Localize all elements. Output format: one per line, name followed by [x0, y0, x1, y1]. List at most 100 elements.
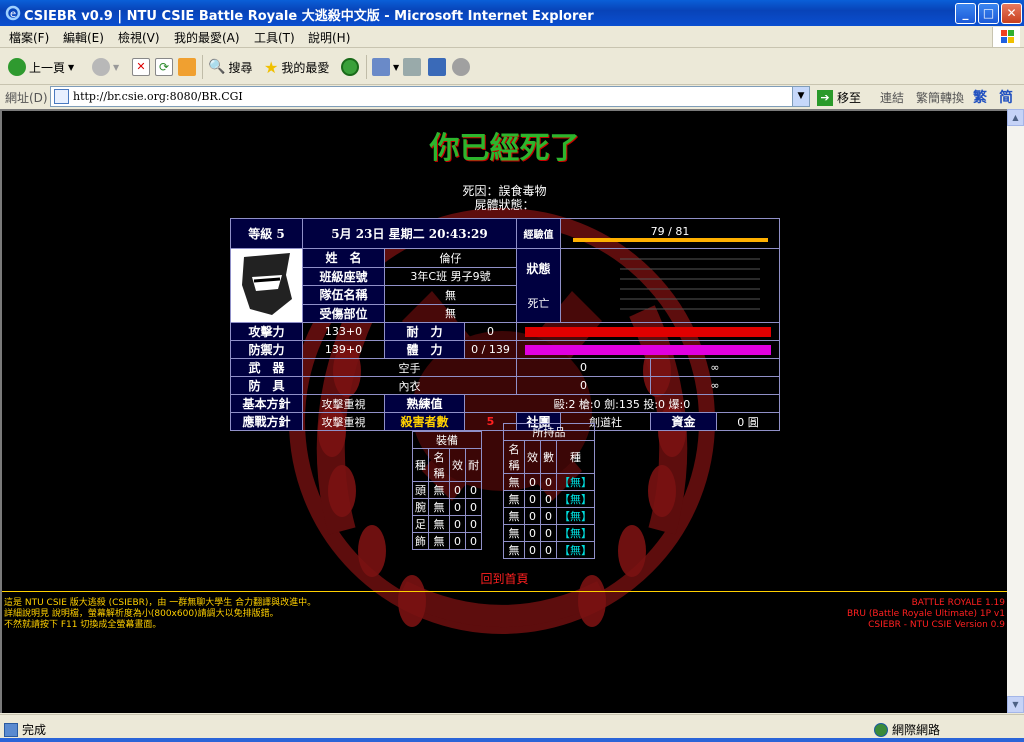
- toolbar-divider: [202, 55, 203, 79]
- favorites-button[interactable]: ★ 我的最愛: [264, 57, 329, 77]
- weapon-value: 空手: [302, 358, 517, 377]
- menu-favorites[interactable]: 我的最愛(A): [174, 29, 240, 46]
- item-count: 0: [540, 524, 557, 542]
- state-graph: [560, 248, 780, 323]
- chevron-down-icon: ▼: [393, 62, 400, 72]
- go-button[interactable]: ➔ 移至: [817, 89, 861, 106]
- status-zone: 網際網路: [874, 721, 940, 738]
- equip-row: 腕無00: [412, 498, 482, 516]
- state-cell: 狀態 死亡: [516, 248, 561, 323]
- back-home-link[interactable]: 回到首頁: [2, 570, 1007, 587]
- mail-icon: [372, 58, 390, 76]
- footer-divider: [2, 591, 1007, 592]
- convert-button[interactable]: 繁簡轉換: [916, 89, 964, 106]
- armor-label: 防 具: [230, 376, 303, 395]
- search-icon: 🔍: [208, 59, 226, 75]
- equip-dur: 0: [465, 515, 482, 533]
- battle-label: 應戰方針: [230, 412, 303, 431]
- links-button[interactable]: 連結: [880, 89, 904, 106]
- home-button[interactable]: [178, 57, 196, 77]
- kills-label: 殺害者數: [384, 412, 465, 431]
- menu-help[interactable]: 說明(H): [308, 29, 350, 46]
- address-dropdown-button[interactable]: ▼: [792, 87, 809, 106]
- scroll-up-button[interactable]: ▲: [1007, 109, 1024, 126]
- edit-button[interactable]: [428, 57, 446, 77]
- print-button[interactable]: [403, 57, 421, 77]
- item-name: 無: [503, 490, 525, 508]
- def-label: 防禦力: [230, 340, 303, 359]
- menu-tools[interactable]: 工具(T): [254, 29, 295, 46]
- equip-row: 飾無00: [412, 532, 482, 550]
- title-bar[interactable]: e CSIEBR v0.9 | NTU CSIE Battle Royale 大…: [0, 0, 1024, 26]
- item-row[interactable]: 無 0 0 【無】: [503, 524, 595, 542]
- death-cause: 死因：誤食毒物: [462, 184, 547, 198]
- edit-page-icon: [428, 58, 446, 76]
- menu-file[interactable]: 檔案(F): [9, 29, 49, 46]
- state-value: 死亡: [527, 297, 550, 310]
- messenger-button[interactable]: [452, 57, 470, 77]
- back-button[interactable]: 上一頁 ▼: [8, 57, 74, 77]
- state-label: 狀態: [526, 262, 551, 276]
- page-content: 你已經死了 死因：誤食毒物 屍體狀態： 等級 5 5月 23日 星期二 20:4…: [0, 109, 1007, 713]
- traditional-button[interactable]: 繁: [973, 87, 987, 107]
- graph-lines-icon: [620, 258, 760, 310]
- forward-button[interactable]: ▼: [92, 57, 119, 77]
- equip-title: 裝備: [412, 431, 482, 449]
- portrait-icon: [231, 249, 302, 319]
- items-header: 效: [524, 440, 541, 474]
- atk-value: 133+0: [302, 322, 385, 341]
- atk-label: 攻擊力: [230, 322, 303, 341]
- item-name: 無: [503, 473, 525, 491]
- windows-logo-icon: [992, 27, 1020, 47]
- name-label: 姓 名: [302, 248, 385, 268]
- footer-line: 詳細說明見 說明檔，螢幕解析度為小(800x600)請調大以免排版錯。: [4, 609, 279, 619]
- exp-value: 79 / 81: [650, 225, 690, 238]
- date-cell: 5月 23日 星期二 20:43:29: [302, 218, 517, 249]
- item-row[interactable]: 無 0 0 【無】: [503, 490, 595, 508]
- hp-value: 0: [464, 322, 517, 341]
- mail-button[interactable]: ▼: [372, 57, 399, 77]
- sp-bar: [525, 344, 771, 355]
- minimize-button[interactable]: _: [955, 3, 976, 24]
- address-bar: 網址(D) http://br.csie.org:8080/BR.CGI ▼ ➔…: [0, 85, 1024, 108]
- item-kind: 【無】: [556, 524, 595, 542]
- equip-header: 效: [449, 448, 466, 482]
- maximize-button[interactable]: □: [978, 3, 999, 24]
- weapon-power: 0: [516, 358, 651, 377]
- sp-label: 體 力: [384, 340, 465, 359]
- item-row[interactable]: 無 0 0 【無】: [503, 541, 595, 559]
- item-row[interactable]: 無 0 0 【無】: [503, 507, 595, 525]
- class-label: 班級座號: [302, 266, 385, 286]
- history-button[interactable]: [341, 57, 359, 77]
- item-eff: 0: [524, 541, 541, 559]
- menu-edit[interactable]: 編輯(E): [63, 29, 104, 46]
- status-table: 等級 5 5月 23日 星期二 20:43:29 經驗值 79 / 81 姓 名…: [230, 218, 780, 431]
- status-done: 完成: [4, 721, 46, 738]
- items-title: 所持品: [503, 423, 595, 441]
- taskbar-edge: [0, 738, 1024, 742]
- stop-icon: ✕: [132, 58, 150, 76]
- search-button[interactable]: 🔍 搜尋: [208, 57, 252, 77]
- vertical-scrollbar[interactable]: ▲ ▼: [1007, 109, 1024, 713]
- address-input[interactable]: http://br.csie.org:8080/BR.CGI ▼: [50, 86, 810, 107]
- footer-credits: BATTLE ROYALE 1.19 BRU (Battle Royale Ul…: [847, 598, 1005, 631]
- menu-view[interactable]: 檢視(V): [118, 29, 160, 46]
- chevron-down-icon: ▼: [68, 62, 75, 72]
- item-row[interactable]: 無 0 0 【無】: [503, 473, 595, 491]
- item-name: 無: [503, 541, 525, 559]
- name-value: 倫仔: [384, 248, 517, 268]
- equip-eff: 0: [449, 532, 466, 550]
- equip-name: 無: [428, 481, 450, 499]
- stop-button[interactable]: ✕: [132, 57, 150, 77]
- armor-durability: ∞: [650, 376, 780, 395]
- scroll-down-button[interactable]: ▼: [1007, 696, 1024, 713]
- close-button[interactable]: ✕: [1001, 3, 1022, 24]
- avatar: [230, 248, 303, 323]
- menu-bar: 檔案(F) 編輯(E) 檢視(V) 我的最愛(A) 工具(T) 說明(H): [0, 26, 1024, 48]
- equip-table: 裝備 種 名稱 效 耐 頭無00 腕無00 足無00 飾無00: [412, 431, 482, 550]
- forward-arrow-icon: [92, 58, 110, 76]
- simplified-button[interactable]: 简: [999, 87, 1013, 107]
- refresh-button[interactable]: ⟳: [155, 57, 173, 77]
- weapon-durability: ∞: [650, 358, 780, 377]
- level-cell: 等級 5: [230, 218, 303, 249]
